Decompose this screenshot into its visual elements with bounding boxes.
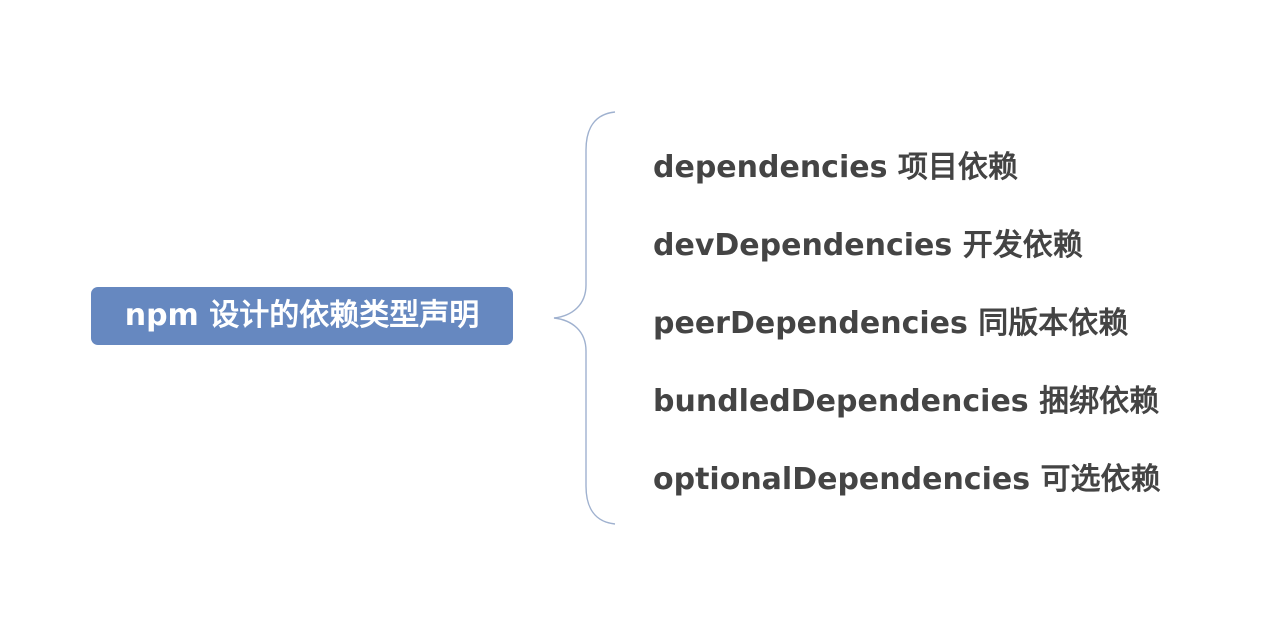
child-topic-label: bundledDependencies 捆绑依赖 (653, 384, 1160, 419)
child-topic-label: peerDependencies 同版本依赖 (653, 306, 1129, 341)
child-topic-optional-dependencies[interactable]: optionalDependencies 可选依赖 (653, 452, 1161, 530)
child-topic-list: dependencies 项目依赖 devDependencies 开发依赖 p… (653, 140, 1161, 530)
root-topic-node[interactable]: npm 设计的依赖类型声明 (91, 287, 513, 345)
child-topic-label: dependencies 项目依赖 (653, 150, 1018, 185)
child-topic-dev-dependencies[interactable]: devDependencies 开发依赖 (653, 218, 1161, 296)
child-topic-label: devDependencies 开发依赖 (653, 228, 1083, 263)
child-topic-dependencies[interactable]: dependencies 项目依赖 (653, 140, 1161, 218)
child-topic-peer-dependencies[interactable]: peerDependencies 同版本依赖 (653, 296, 1161, 374)
child-topic-bundled-dependencies[interactable]: bundledDependencies 捆绑依赖 (653, 374, 1161, 452)
child-topic-label: optionalDependencies 可选依赖 (653, 462, 1161, 497)
brace-path (553, 111, 616, 525)
root-topic-label: npm 设计的依赖类型声明 (124, 298, 480, 333)
